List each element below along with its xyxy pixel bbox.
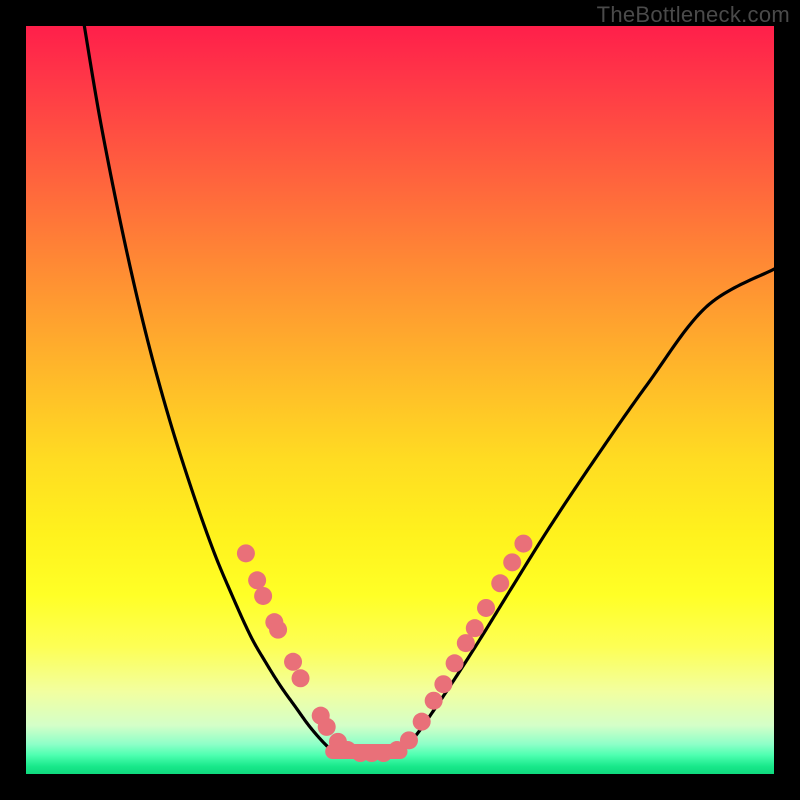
data-point — [292, 669, 310, 687]
data-point — [269, 621, 287, 639]
data-point — [237, 544, 255, 562]
data-point — [477, 599, 495, 617]
data-point — [318, 718, 336, 736]
curve-right-curve — [400, 269, 774, 751]
data-point — [284, 653, 302, 671]
data-point — [446, 654, 464, 672]
curve-left-curve — [84, 26, 332, 752]
data-point — [503, 553, 521, 571]
chart-svg — [26, 26, 774, 774]
plot-area — [26, 26, 774, 774]
data-point — [413, 713, 431, 731]
data-point — [400, 731, 418, 749]
data-point — [254, 587, 272, 605]
data-point — [425, 692, 443, 710]
data-point — [491, 574, 509, 592]
marker-group — [237, 535, 533, 762]
data-point — [514, 535, 532, 553]
watermark-text: TheBottleneck.com — [597, 2, 790, 28]
data-point — [248, 571, 266, 589]
data-point — [434, 675, 452, 693]
chart-frame: TheBottleneck.com — [0, 0, 800, 800]
curve-group — [84, 26, 774, 752]
data-point — [466, 619, 484, 637]
data-point — [457, 634, 475, 652]
